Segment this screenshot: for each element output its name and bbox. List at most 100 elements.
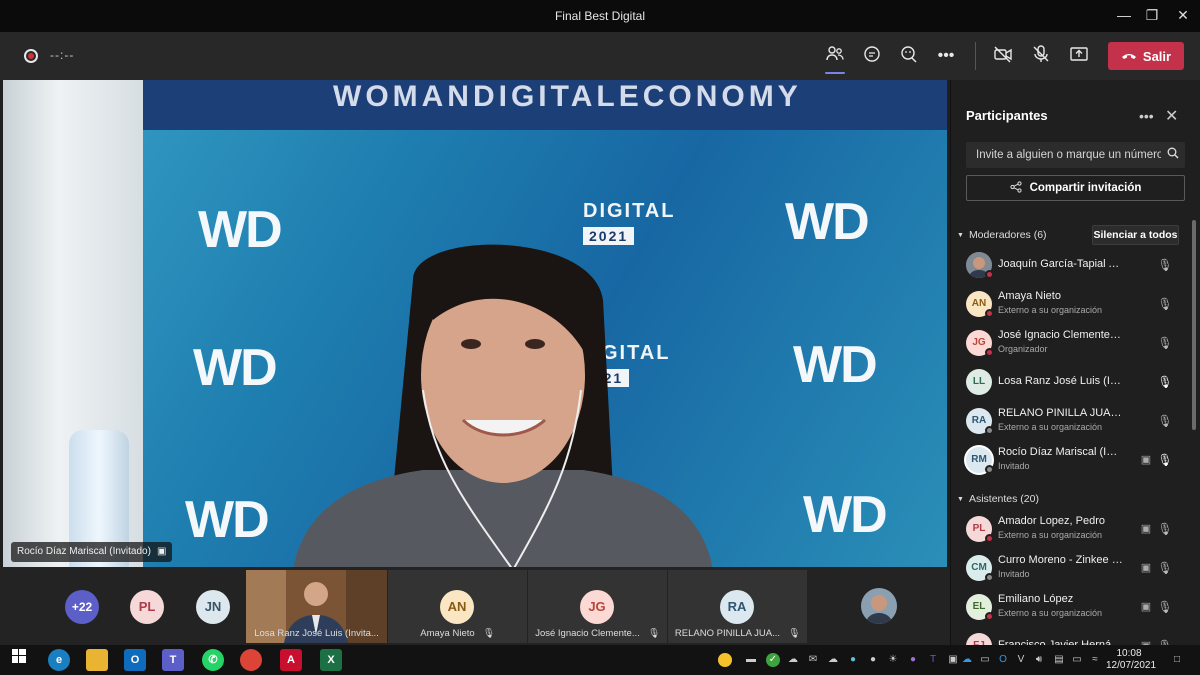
acrobat-icon[interactable]: A — [280, 649, 302, 671]
avatar-initials: LL — [972, 376, 986, 387]
participant-tile[interactable]: JG José Ignacio Clemente... 🎙︎ — [528, 570, 667, 643]
leave-button[interactable]: Salir — [1108, 42, 1184, 70]
edge-icon[interactable]: e — [48, 649, 70, 671]
spotlight-icon[interactable]: ▣ — [1137, 637, 1155, 645]
mic-off-icon[interactable]: 🎙︎ — [1156, 295, 1174, 313]
mic-off-icon[interactable]: 🎙︎ — [1156, 412, 1174, 430]
participant-row[interactable]: RA RELANO PINILLA JUAN ANTO... Externo a … — [951, 402, 1191, 440]
whatsapp-icon[interactable]: ✆ — [202, 649, 224, 671]
chat-icon[interactable] — [860, 44, 884, 68]
tray-app-icon[interactable]: ● — [866, 653, 880, 667]
panel-more-icon[interactable]: ••• — [1139, 108, 1154, 124]
overflow-participants[interactable]: +22 — [65, 590, 99, 624]
windows-start-icon[interactable] — [8, 649, 30, 671]
volume-icon[interactable]: 🔊︎ — [1032, 653, 1046, 667]
tray-app-icon[interactable]: ▣ — [946, 653, 960, 667]
spotlight-icon[interactable]: ▣ — [1137, 598, 1155, 616]
mic-icon[interactable]: 🎙︎ — [1156, 598, 1174, 616]
tray-app-icon[interactable]: ☁ — [786, 653, 800, 667]
tray-app-icon[interactable]: ✓ — [766, 653, 780, 667]
search-icon[interactable] — [1167, 147, 1179, 162]
presence-status — [985, 348, 994, 357]
mic-on-icon[interactable]: 🎙︎ — [1156, 451, 1174, 469]
participant-subtitle: Organizador — [998, 344, 1048, 354]
share-invite-button[interactable]: Compartir invitación — [966, 175, 1185, 201]
tray-app-icon[interactable]: V — [1014, 653, 1028, 667]
panel-scrollbar[interactable] — [1192, 220, 1196, 430]
participant-row[interactable]: PL Amador Lopez, Pedro Externo a su organ… — [951, 510, 1191, 548]
mic-off-icon[interactable]: 🎙︎ — [1156, 334, 1174, 352]
camera-off-icon[interactable] — [991, 44, 1015, 68]
close-window-icon[interactable]: ✕ — [1172, 5, 1194, 25]
pin-icon[interactable]: ▣ — [1137, 451, 1155, 469]
wd-logo: WD — [793, 336, 878, 394]
participant-row[interactable]: JG José Ignacio Clemente Gonzál... Organi… — [951, 324, 1191, 362]
mic-icon[interactable]: 🎙︎ — [1156, 637, 1174, 645]
mic-off-icon[interactable]: 🎙︎ — [1156, 256, 1174, 274]
tray-app-icon[interactable]: ● — [906, 653, 920, 667]
tile-name-text: Amaya Nieto — [420, 628, 475, 639]
self-view-avatar[interactable] — [861, 588, 897, 624]
participant-row[interactable]: Joaquín García-Tapial Arregui 🎙︎ — [951, 246, 1191, 284]
network-icon[interactable]: ▭ — [1070, 653, 1084, 667]
tray-app-icon[interactable] — [718, 653, 732, 667]
mic-on-icon[interactable]: 🎙︎ — [1156, 373, 1174, 391]
teams-icon[interactable]: T — [162, 649, 184, 671]
participants-panel: Participantes ••• ✕ Compartir invitación… — [950, 80, 1200, 645]
tray-app-icon[interactable]: ☀ — [886, 653, 900, 667]
participant-avatar: FJ — [966, 633, 992, 645]
mute-all-button[interactable]: Silenciar a todos — [1092, 225, 1179, 245]
notifications-icon[interactable]: □ — [1170, 653, 1184, 667]
tray-app-icon[interactable]: ☁ — [826, 653, 840, 667]
participants-icon[interactable] — [823, 44, 847, 74]
mic-icon[interactable]: 🎙︎ — [1156, 559, 1174, 577]
participant-subtitle: Invitado — [998, 569, 1030, 579]
chrome-icon[interactable] — [240, 649, 262, 671]
file-explorer-icon[interactable] — [86, 649, 108, 671]
tile-name-text: RELANO PINILLA JUA... — [674, 628, 780, 639]
participant-row[interactable]: LL Losa Ranz José Luis (Invitado) 🎙︎ — [951, 363, 1191, 401]
participant-row[interactable]: RM Rocío Díaz Mariscal (Invi... Invitado ▣… — [951, 441, 1191, 479]
strip-avatar[interactable]: PL — [130, 590, 164, 624]
participant-tile[interactable]: AN Amaya Nieto 🎙︎ — [388, 570, 527, 643]
wifi-icon[interactable]: ≈ — [1088, 653, 1102, 667]
spotlight-icon[interactable]: ▣ — [1137, 520, 1155, 538]
strip-avatar[interactable]: JN — [196, 590, 230, 624]
tray-app-icon[interactable]: ▭ — [978, 653, 992, 667]
tray-app-icon[interactable]: ● — [846, 653, 860, 667]
tray-app-icon[interactable]: ✉ — [806, 653, 820, 667]
restore-icon[interactable]: ❐ — [1141, 5, 1163, 25]
participant-row[interactable]: AN Amaya Nieto Externo a su organización 🎙… — [951, 285, 1191, 323]
more-options-icon[interactable]: ••• — [934, 44, 958, 68]
tray-app-icon[interactable]: ▬ — [744, 653, 758, 667]
participant-avatar: EL — [966, 594, 994, 621]
attendees-section-toggle[interactable]: ▼ Asistentes (20) — [957, 493, 1039, 505]
excel-icon[interactable]: X — [320, 649, 342, 671]
moderators-section-toggle[interactable]: ▼ Moderadores (6) — [957, 229, 1047, 241]
tile-name: José Ignacio Clemente... 🎙︎ — [528, 628, 667, 639]
wd-logo: WD — [803, 486, 888, 544]
share-screen-icon[interactable] — [1067, 44, 1091, 68]
participant-row[interactable]: EL Emiliano López Externo a su organizaci… — [951, 588, 1191, 626]
panel-close-icon[interactable]: ✕ — [1165, 106, 1178, 126]
mic-icon[interactable]: 🎙︎ — [1156, 520, 1174, 538]
presence-status — [985, 612, 994, 621]
tray-app-icon[interactable]: ▤ — [1052, 653, 1066, 667]
invite-search-input[interactable] — [966, 142, 1161, 168]
participant-row[interactable]: CM Curro Moreno - Zinkee (I... Invitado ▣ 🎙… — [951, 549, 1191, 587]
onedrive-icon[interactable]: ☁ — [960, 653, 974, 667]
mic-off-icon[interactable] — [1029, 44, 1053, 68]
tray-app-icon[interactable]: O — [996, 653, 1010, 667]
invite-search — [966, 142, 1185, 168]
participant-row[interactable]: FJ Francisco Javier Hernánd...▣🎙︎ — [951, 627, 1191, 645]
participant-tile[interactable]: RA RELANO PINILLA JUA... 🎙︎ — [668, 570, 807, 643]
reactions-icon[interactable] — [897, 44, 921, 68]
tray-app-icon[interactable]: T — [926, 653, 940, 667]
outlook-icon[interactable]: O — [124, 649, 146, 671]
system-clock[interactable]: 10:08 12/07/2021 — [1106, 648, 1156, 672]
minimize-icon[interactable]: — — [1113, 5, 1135, 25]
video-tile[interactable]: Losa Ranz José Luis (Invita... — [246, 570, 387, 643]
recording-icon — [24, 49, 38, 63]
spotlight-icon[interactable]: ▣ — [1137, 559, 1155, 577]
avatar-initials: RM — [971, 454, 987, 465]
